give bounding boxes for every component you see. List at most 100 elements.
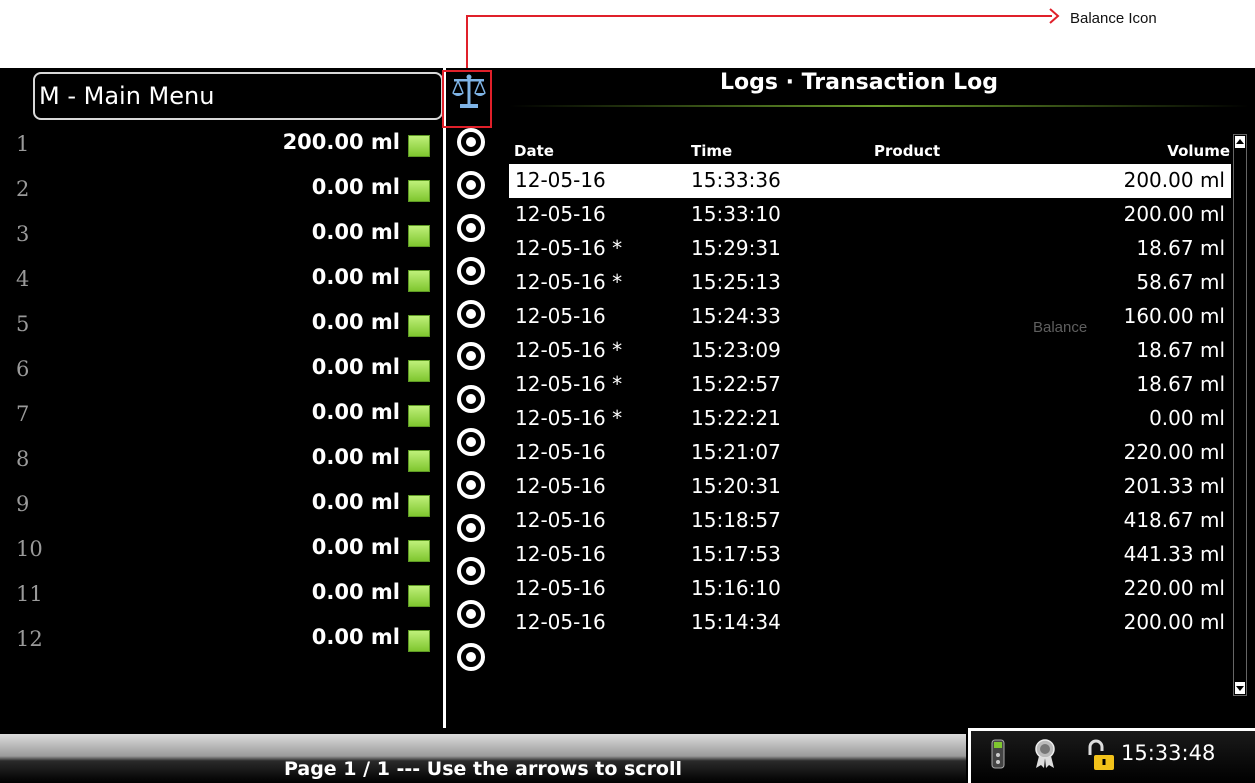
meter-row[interactable]: 4 0.00 ml [0, 261, 440, 306]
row-time: 15:33:10 [691, 202, 781, 226]
table-row[interactable]: 12-05-16 * 15:25:13 58.67 ml [509, 266, 1231, 300]
meter-row[interactable]: 11 0.00 ml [0, 576, 440, 621]
row-volume: 220.00 ml [1123, 440, 1225, 464]
status-led-icon [408, 540, 430, 562]
radio-icon[interactable] [457, 213, 485, 242]
radio-icon[interactable] [457, 428, 485, 457]
table-row[interactable]: 12-05-16 15:24:33 160.00 ml [509, 300, 1231, 334]
ghost-balance-label: Balance [1033, 319, 1088, 336]
meter-row[interactable]: 1 200.00 ml [0, 126, 440, 171]
row-date: 12-05-16 [515, 610, 606, 634]
radio-icon[interactable] [457, 170, 485, 199]
radio-column [457, 128, 501, 686]
row-time: 15:14:34 [691, 610, 781, 634]
meter-number: 12 [16, 627, 43, 651]
meter-row[interactable]: 6 0.00 ml [0, 351, 440, 396]
row-date: 12-05-16 * [515, 372, 623, 396]
table-row[interactable]: 12-05-16 * 15:22:21 0.00 ml [509, 402, 1231, 436]
footer-message: Page 1 / 1 --- Use the arrows to scroll [283, 758, 683, 780]
table-row[interactable]: 12-05-16 15:20:31 201.33 ml [509, 470, 1231, 504]
meter-row[interactable]: 5 0.00 ml [0, 306, 440, 351]
table-row[interactable]: 12-05-16 15:33:36 200.00 ml [509, 164, 1231, 198]
row-date: 12-05-16 [515, 202, 606, 226]
meter-row[interactable]: 2 0.00 ml [0, 171, 440, 216]
radio-icon[interactable] [457, 514, 485, 543]
scroll-up-arrow-icon[interactable] [1235, 136, 1245, 148]
meter-row[interactable]: 8 0.00 ml [0, 441, 440, 486]
meter-row[interactable]: 10 0.00 ml [0, 531, 440, 576]
row-time: 15:22:57 [691, 372, 781, 396]
row-date: 12-05-16 * [515, 406, 623, 430]
remote-icon[interactable] [991, 739, 1005, 769]
row-volume: 220.00 ml [1123, 576, 1225, 600]
status-area: 15:33:48 [968, 728, 1255, 783]
status-led-icon [408, 495, 430, 517]
table-row[interactable]: 12-05-16 15:17:53 441.33 ml [509, 538, 1231, 572]
log-table-body: 12-05-16 15:33:36 200.00 ml 12-05-16 15:33:1… [509, 164, 1231, 640]
meter-row[interactable]: 12 0.00 ml [0, 621, 440, 666]
scroll-down-arrow-icon[interactable] [1235, 682, 1245, 694]
radio-icon[interactable] [457, 642, 485, 671]
meter-row[interactable]: 9 0.00 ml [0, 486, 440, 531]
radio-icon[interactable] [457, 599, 485, 628]
table-row[interactable]: 12-05-16 * 15:23:09 18.67 ml [509, 334, 1231, 368]
meter-number: 4 [16, 267, 30, 291]
annotation-line-vertical [466, 15, 468, 71]
row-date: 12-05-16 * [515, 338, 623, 362]
table-row[interactable]: 12-05-16 * 15:22:57 18.67 ml [509, 368, 1231, 402]
meter-number: 11 [16, 582, 43, 606]
status-led-icon [408, 135, 430, 157]
row-volume: 201.33 ml [1123, 474, 1225, 498]
row-date: 12-05-16 [515, 440, 606, 464]
main-menu-button[interactable]: M - Main Menu [33, 72, 443, 120]
row-time: 15:29:31 [691, 236, 781, 260]
status-led-icon [408, 450, 430, 472]
meter-row[interactable]: 3 0.00 ml [0, 216, 440, 261]
table-row[interactable]: 12-05-16 15:16:10 220.00 ml [509, 572, 1231, 606]
meter-volume: 0.00 ml [311, 580, 400, 604]
row-volume: 18.67 ml [1136, 338, 1225, 362]
table-row[interactable]: 12-05-16 15:33:10 200.00 ml [509, 198, 1231, 232]
row-date: 12-05-16 [515, 304, 606, 328]
table-row[interactable]: 12-05-16 15:14:34 200.00 ml [509, 606, 1231, 640]
radio-icon[interactable] [457, 556, 485, 585]
radio-icon[interactable] [457, 299, 485, 328]
meter-number: 3 [16, 222, 30, 246]
radio-icon[interactable] [457, 385, 485, 414]
row-volume: 18.67 ml [1136, 372, 1225, 396]
row-time: 15:24:33 [691, 304, 781, 328]
row-volume: 418.67 ml [1123, 508, 1225, 532]
radio-icon[interactable] [457, 342, 485, 371]
table-header: Date Time Product Volume [514, 142, 1234, 164]
row-volume: 0.00 ml [1149, 406, 1225, 430]
meter-volume: 0.00 ml [311, 400, 400, 424]
page-title: Logs · Transaction Log [720, 70, 998, 95]
device-screen: M - Main Menu 1 200.00 ml 2 0.00 ml 3 0.00 ml… [0, 68, 1255, 783]
radio-icon[interactable] [457, 128, 485, 156]
table-row[interactable]: 12-05-16 15:18:57 418.67 ml [509, 504, 1231, 538]
meter-volume: 0.00 ml [311, 535, 400, 559]
row-time: 15:22:21 [691, 406, 781, 430]
meter-volume: 200.00 ml [282, 130, 400, 154]
table-row[interactable]: 12-05-16 15:21:07 220.00 ml [509, 436, 1231, 470]
meter-volume: 0.00 ml [311, 265, 400, 289]
meter-volume: 0.00 ml [311, 175, 400, 199]
clock-time: 15:33:48 [1121, 741, 1216, 765]
lock-icon[interactable] [1085, 739, 1115, 771]
radio-icon[interactable] [457, 256, 485, 285]
meter-number: 8 [16, 447, 30, 471]
scrollbar[interactable] [1233, 134, 1247, 696]
row-time: 15:33:36 [691, 168, 781, 192]
status-led-icon [408, 405, 430, 427]
radio-icon[interactable] [457, 471, 485, 500]
row-time: 15:20:31 [691, 474, 781, 498]
meter-row[interactable]: 7 0.00 ml [0, 396, 440, 441]
row-volume: 200.00 ml [1123, 168, 1225, 192]
row-time: 15:18:57 [691, 508, 781, 532]
meter-volume: 0.00 ml [311, 490, 400, 514]
table-row[interactable]: 12-05-16 * 15:29:31 18.67 ml [509, 232, 1231, 266]
meter-number: 9 [16, 492, 30, 516]
row-volume: 441.33 ml [1123, 542, 1225, 566]
row-volume: 200.00 ml [1123, 610, 1225, 634]
award-badge-icon[interactable] [1033, 739, 1057, 769]
